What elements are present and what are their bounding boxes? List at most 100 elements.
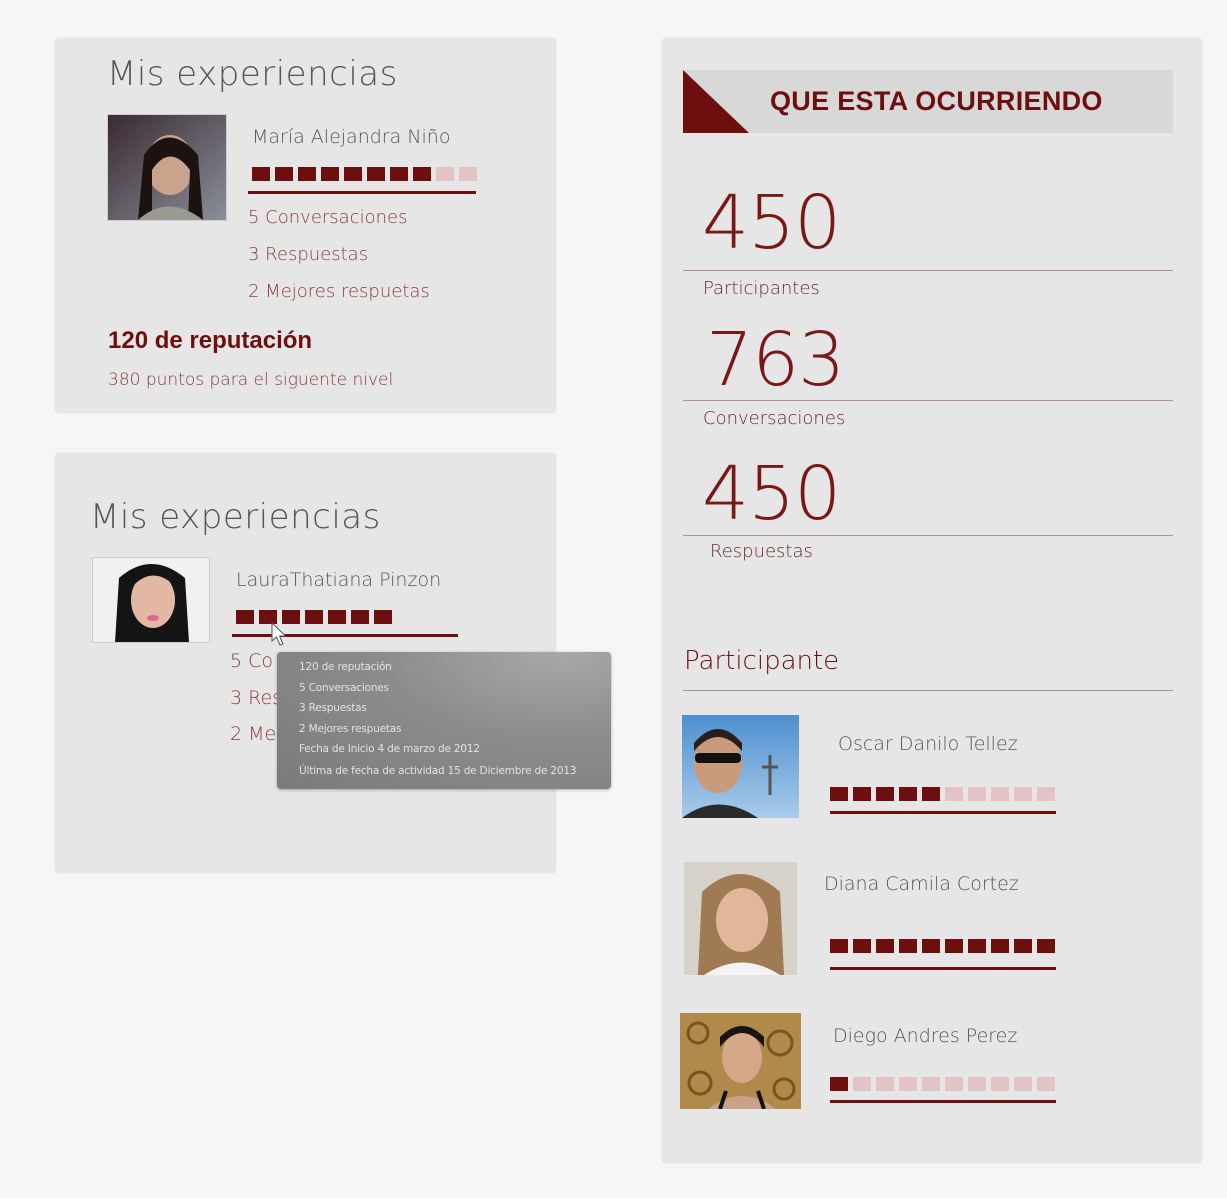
tooltip-reputation: 120 de reputación (299, 661, 392, 673)
stat-best-answers: 2 Mejores respuetas (248, 281, 430, 302)
divider (683, 690, 1173, 691)
mouse-cursor-icon (271, 622, 287, 646)
level-block-filled (830, 787, 848, 801)
level-block-filled (390, 167, 408, 181)
participant-name: Diego Andres Perez (833, 1025, 1018, 1047)
reputation-tooltip: 120 de reputación 5 Conversaciones 3 Res… (277, 652, 611, 789)
card1-title: Mis experiencias (107, 54, 398, 94)
level-block-empty (991, 787, 1009, 801)
level-block-empty (459, 167, 477, 181)
level-block-empty (1014, 787, 1032, 801)
level-block-filled (876, 787, 894, 801)
participants-section-title: Participante (684, 646, 840, 676)
card2-title: Mis experiencias (90, 497, 381, 537)
level-block-filled (236, 610, 254, 624)
level-block-filled (899, 939, 917, 953)
level-block-filled (413, 167, 431, 181)
level-block-filled (351, 610, 369, 624)
level-underline (830, 967, 1056, 970)
stat-conversations: 5 Conversaciones (248, 207, 408, 228)
level-block-empty (899, 1077, 917, 1091)
tooltip-conversations: 5 Conversaciones (299, 682, 389, 694)
corner-triangle-icon (683, 70, 749, 133)
tooltip-last-activity: Última de fecha de actividad 15 de Dicie… (299, 765, 577, 777)
avatar[interactable] (680, 1013, 801, 1109)
level-underline (830, 811, 1056, 814)
reputation: 120 de reputación (108, 327, 313, 354)
avatar-image-maria (108, 115, 226, 220)
level-block-empty (968, 1077, 986, 1091)
user-name: María Alejandra Niño (252, 126, 451, 148)
metric-conversations-value: 763 (706, 317, 845, 403)
level-block-filled (252, 167, 270, 181)
avatar[interactable] (107, 114, 227, 221)
avatar[interactable] (682, 715, 799, 818)
level-block-filled (830, 939, 848, 953)
metric-participants-value: 450 (702, 180, 841, 266)
participant-name: Diana Camila Cortez (824, 873, 1019, 895)
level-block-filled (853, 787, 871, 801)
divider (683, 535, 1173, 536)
level-underline (248, 191, 476, 194)
level-block-filled (298, 167, 316, 181)
level-block-filled (830, 1077, 848, 1091)
tooltip-start-date: Fecha de Inicio 4 de marzo de 2012 (299, 743, 480, 755)
divider (683, 270, 1173, 271)
user-name: LauraThatiana Pinzon (236, 569, 442, 591)
metric-participants-label: Participantes (703, 278, 820, 299)
level-block-filled (321, 167, 339, 181)
level-block-filled (899, 787, 917, 801)
level-block-empty (945, 1077, 963, 1091)
level-block-empty (1037, 787, 1055, 801)
level-block-filled (374, 610, 392, 624)
level-block-filled (328, 610, 346, 624)
level-block-empty (853, 1077, 871, 1091)
divider (683, 400, 1173, 401)
stat-answers: 3 Res (230, 687, 283, 709)
banner-title: QUE ESTA OCURRIENDO (770, 86, 1103, 116)
level-block-filled (945, 939, 963, 953)
metric-answers-label: Respuestas (710, 541, 813, 562)
level-meter (830, 1077, 1055, 1091)
level-block-filled (991, 939, 1009, 953)
level-meter[interactable] (236, 610, 392, 624)
level-block-empty (436, 167, 454, 181)
tooltip-best-answers: 2 Mejores respuetas (299, 723, 402, 735)
level-block-filled (1037, 939, 1055, 953)
level-block-filled (922, 939, 940, 953)
stat-answers: 3 Respuestas (248, 244, 369, 265)
level-block-filled (344, 167, 362, 181)
metric-answers-value: 450 (702, 451, 841, 537)
level-block-filled (1014, 939, 1032, 953)
level-block-filled (853, 939, 871, 953)
level-meter (830, 787, 1055, 801)
level-underline (830, 1100, 1056, 1103)
level-block-filled (968, 939, 986, 953)
level-block-empty (1037, 1077, 1055, 1091)
level-block-filled (876, 939, 894, 953)
avatar-image-oscar (682, 715, 799, 818)
metric-conversations-label: Conversaciones (703, 408, 846, 429)
level-underline (232, 634, 458, 637)
level-block-empty (945, 787, 963, 801)
level-meter (830, 939, 1055, 953)
avatar-image-diego (680, 1013, 801, 1109)
avatar-image-diana (684, 862, 797, 975)
level-meter (252, 167, 477, 181)
stat-conversations: 5 Co (230, 650, 274, 672)
level-block-filled (275, 167, 293, 181)
avatar[interactable] (684, 862, 797, 975)
level-block-empty (876, 1077, 894, 1091)
stat-best-answers: 2 Me (230, 723, 277, 745)
level-block-empty (991, 1077, 1009, 1091)
level-block-filled (367, 167, 385, 181)
level-block-empty (922, 1077, 940, 1091)
tooltip-answers: 3 Respuestas (299, 702, 367, 714)
avatar-image-laura (93, 558, 209, 642)
level-block-filled (305, 610, 323, 624)
avatar[interactable] (92, 557, 210, 643)
participant-name: Oscar Danilo Tellez (838, 733, 1018, 755)
level-block-empty (1014, 1077, 1032, 1091)
level-block-filled (922, 787, 940, 801)
level-block-empty (968, 787, 986, 801)
